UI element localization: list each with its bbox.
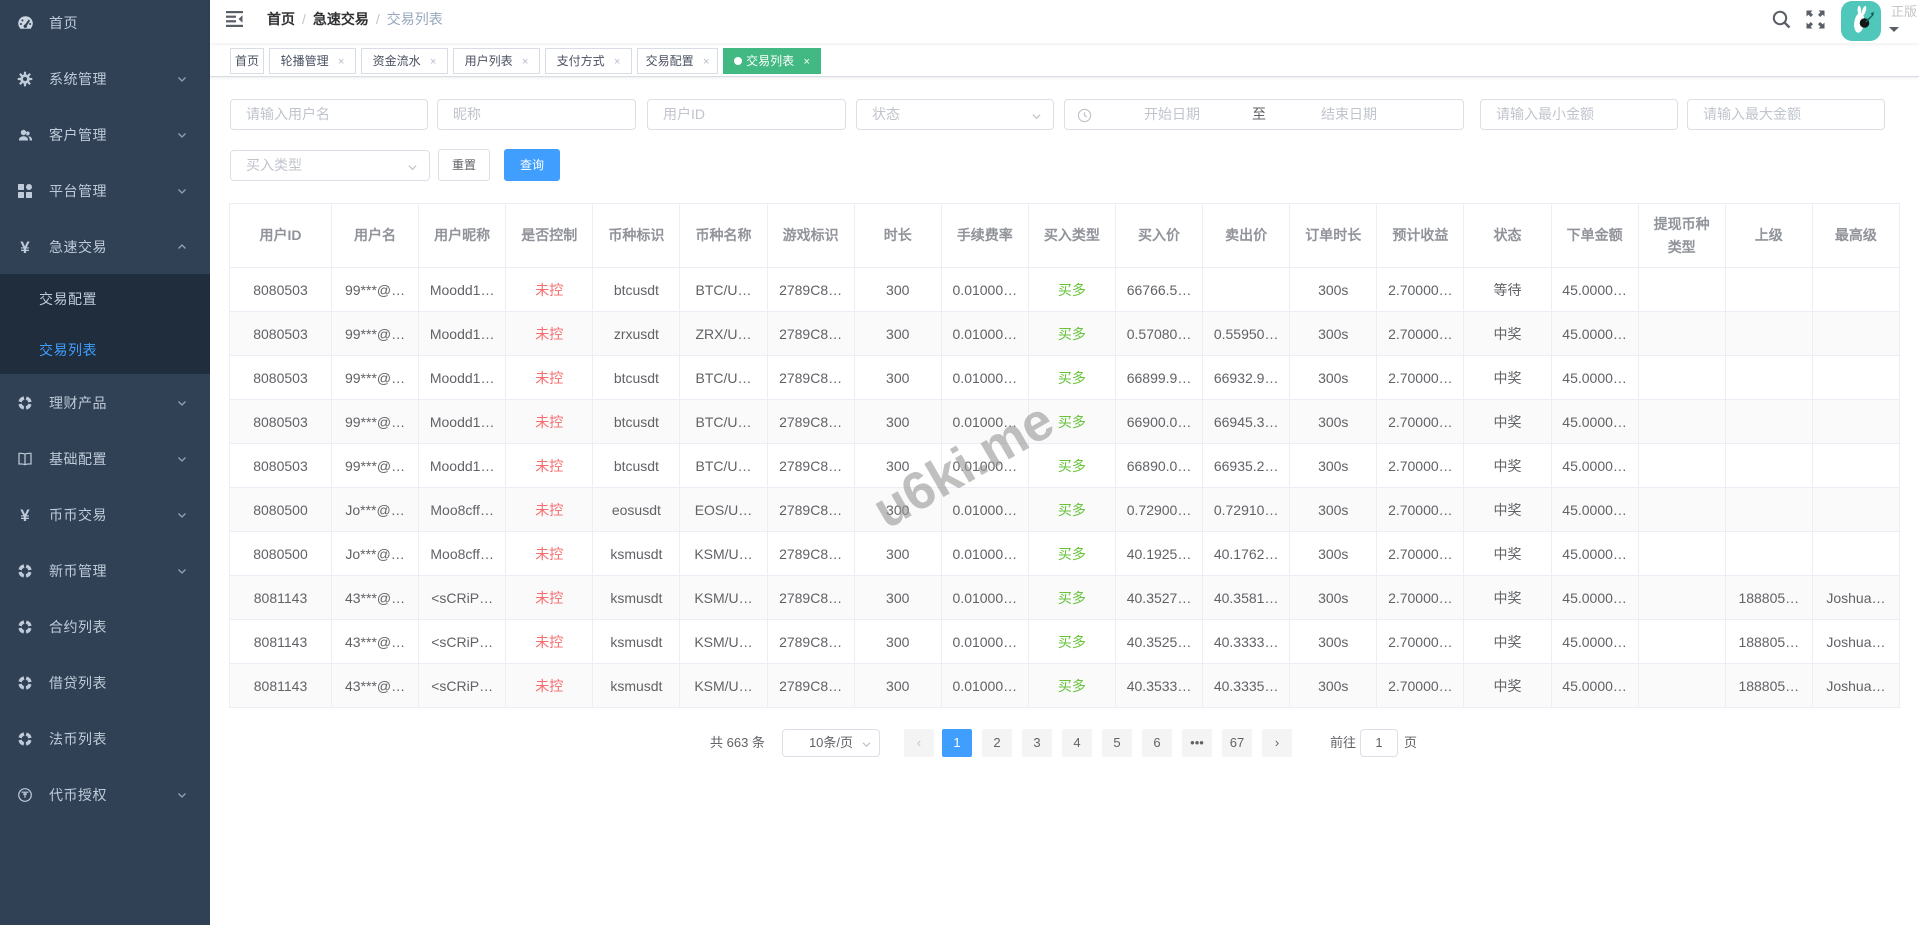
svg-text:¥: ¥	[20, 507, 30, 523]
svg-text:¥: ¥	[20, 239, 30, 255]
